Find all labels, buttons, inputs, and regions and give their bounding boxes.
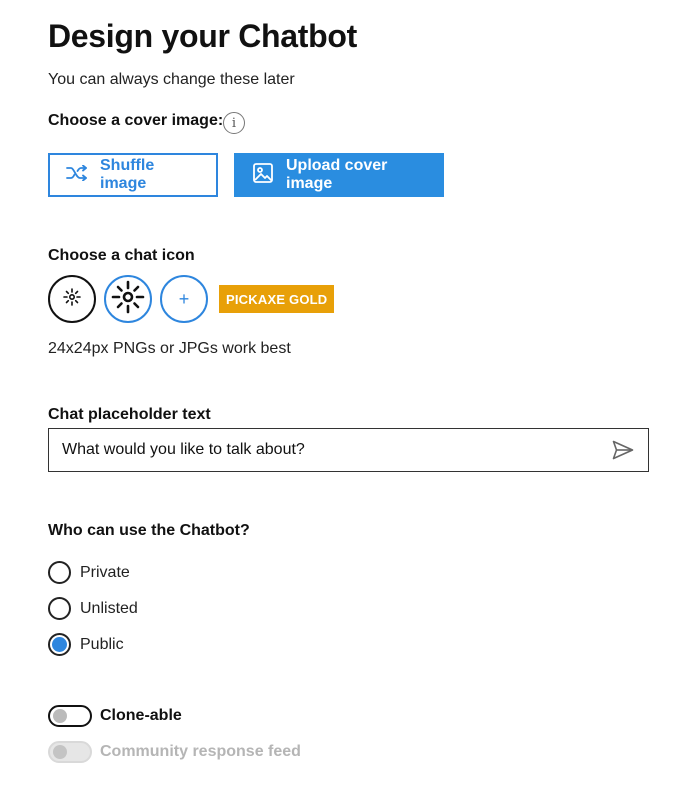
sparkle-icon xyxy=(110,279,146,320)
shuffle-image-button[interactable]: Shuffle image xyxy=(48,153,218,197)
clone-able-toggle[interactable] xyxy=(48,705,92,727)
radio-label: Unlisted xyxy=(80,599,138,617)
access-label: Who can use the Chatbot? xyxy=(48,522,250,539)
image-icon xyxy=(252,162,274,189)
clone-able-label: Clone-able xyxy=(100,707,182,724)
chat-icon-hint: 24x24px PNGs or JPGs work best xyxy=(48,340,291,357)
add-chat-icon-button[interactable]: + xyxy=(160,275,208,323)
radio-label: Public xyxy=(80,635,124,653)
pickaxe-gold-badge[interactable]: PICKAXE GOLD xyxy=(219,285,335,313)
community-feed-toggle xyxy=(48,741,92,763)
radio-private[interactable]: Private xyxy=(48,561,130,584)
shuffle-icon xyxy=(66,164,88,186)
placeholder-text-field xyxy=(48,428,649,472)
upload-cover-image-label: Upload cover image xyxy=(286,157,388,192)
clone-able-toggle-row[interactable]: Clone-able xyxy=(48,705,182,727)
community-feed-toggle-row: Community response feed xyxy=(48,741,301,763)
placeholder-text-input[interactable] xyxy=(62,441,611,459)
placeholder-text-label: Chat placeholder text xyxy=(48,406,211,423)
radio-button[interactable] xyxy=(48,597,71,620)
radio-unlisted[interactable]: Unlisted xyxy=(48,597,138,620)
sparkle-icon xyxy=(62,287,82,312)
upload-cover-image-button[interactable]: Upload cover image xyxy=(234,153,444,197)
chat-icon-option-large[interactable] xyxy=(104,275,152,323)
radio-button-selected[interactable] xyxy=(48,633,71,656)
chat-icon-option-small[interactable] xyxy=(48,275,96,323)
community-feed-label: Community response feed xyxy=(100,743,301,760)
cover-image-label: Choose a cover image: xyxy=(48,112,224,129)
info-icon[interactable]: i xyxy=(223,112,245,134)
chat-icon-label: Choose a chat icon xyxy=(48,247,195,264)
send-icon[interactable] xyxy=(611,438,635,462)
radio-label: Private xyxy=(80,563,130,581)
page-subtitle: You can always change these later xyxy=(48,71,295,88)
page-title: Design your Chatbot xyxy=(48,18,357,54)
plus-icon: + xyxy=(178,288,190,309)
shuffle-image-label: Shuffle image xyxy=(100,157,155,192)
radio-public[interactable]: Public xyxy=(48,633,124,656)
radio-button[interactable] xyxy=(48,561,71,584)
